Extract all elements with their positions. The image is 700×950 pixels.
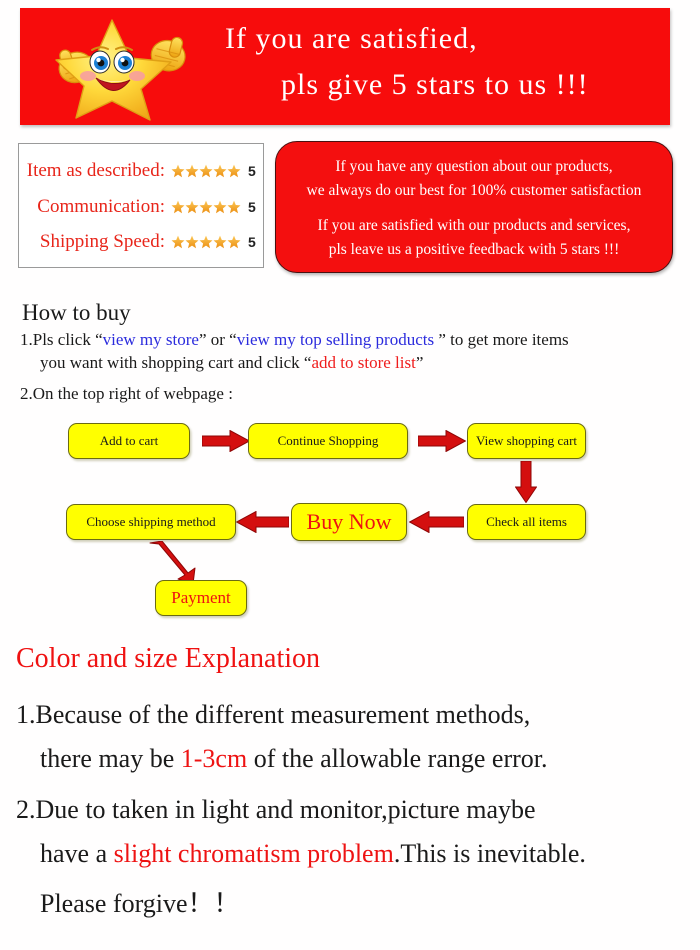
- flow-step-label: Choose shipping method: [86, 514, 216, 529]
- explanation-item-2-line-3: Please forgive！！: [40, 883, 240, 920]
- promo-banner: If you are satisfied, pls give 5 stars t…: [20, 8, 670, 125]
- step1b-text-pre: you want with shopping cart and click “: [40, 353, 312, 372]
- star-rating-icon: [171, 235, 241, 249]
- banner-text-block: If you are satisfied, pls give 5 stars t…: [215, 14, 665, 122]
- view-top-selling-products-link[interactable]: view my top selling products: [237, 330, 434, 349]
- arrow-down-icon: [514, 460, 538, 504]
- star-rating-icon: [171, 200, 241, 214]
- explanation-item-2-line-2: have a slight chromatism problem.This is…: [40, 839, 586, 869]
- rating-row-communication: Communication: 5: [19, 192, 263, 222]
- view-my-store-link[interactable]: view my store: [103, 330, 199, 349]
- how-to-buy-heading: How to buy: [22, 300, 131, 325]
- flow-step-check-all-items[interactable]: Check all items: [467, 504, 586, 540]
- banner-line-2: pls give 5 stars to us !!!: [281, 68, 589, 101]
- banner-line-1: If you are satisfied,: [225, 22, 478, 55]
- flow-step-choose-shipping-method[interactable]: Choose shipping method: [66, 504, 236, 540]
- feedback-line-1: If you have any question about our produ…: [335, 158, 613, 175]
- step1-text-post: ” to get more items: [434, 330, 569, 349]
- how-to-buy-step-1-line-1: 1.Pls click “view my store” or “view my …: [20, 330, 569, 350]
- arrow-right-icon: [201, 429, 251, 453]
- feedback-line-4: pls leave us a positive feedback with 5 …: [328, 241, 620, 258]
- flow-step-label: Add to cart: [99, 433, 159, 448]
- seller-ratings-box: Item as described: 5 Communication: 5 Sh…: [18, 143, 264, 268]
- explanation-item-1-line-1: 1.Because of the different measurement m…: [16, 700, 531, 729]
- step1-text-mid: ” or “: [198, 330, 237, 349]
- explanation-item-1-line-2: there may be 1-3cm of the allowable rang…: [40, 744, 548, 774]
- rating-label: Item as described:: [26, 160, 165, 181]
- explanation-item-2-line-1: 2.Due to taken in light and monitor,pict…: [16, 795, 536, 824]
- star-rating-icon: [171, 164, 241, 178]
- add-to-store-list-highlight[interactable]: add to store list: [311, 353, 415, 372]
- feedback-request-box: If you have any question about our produ…: [275, 141, 673, 273]
- how-to-buy-step-2: 2.On the top right of webpage :: [20, 384, 233, 403]
- flow-step-label: View shopping cart: [475, 433, 578, 448]
- arrow-right-icon: [417, 429, 467, 453]
- exp2-pre: have a: [40, 839, 114, 868]
- exp1-pre: there may be: [40, 744, 181, 773]
- exp3-pre: Please forgive: [40, 889, 188, 918]
- rating-label: Shipping Speed:: [39, 231, 165, 252]
- step1-text-pre: 1.Pls click “: [20, 330, 103, 349]
- chromatism-highlight: slight chromatism problem: [113, 839, 394, 868]
- exclamation-marks: ！！: [187, 889, 240, 918]
- rating-row-shipping-speed: Shipping Speed: 5: [19, 227, 263, 257]
- rating-row-item-as-described: Item as described: 5: [19, 156, 263, 186]
- flow-step-payment[interactable]: Payment: [155, 580, 247, 616]
- rating-score: 5: [248, 234, 256, 250]
- rating-label: Communication:: [37, 196, 165, 217]
- step1b-text-post: ”: [415, 353, 424, 372]
- feedback-line-2: we always do our best for 100% customer …: [306, 182, 642, 199]
- flow-step-view-shopping-cart[interactable]: View shopping cart: [467, 423, 586, 459]
- exp1-post: of the allowable range error.: [247, 744, 548, 773]
- arrow-left-icon: [235, 510, 290, 534]
- flow-step-label: Payment: [171, 588, 231, 607]
- feedback-line-3: If you are satisfied with our products a…: [317, 217, 631, 234]
- flow-step-continue-shopping[interactable]: Continue Shopping: [248, 423, 408, 459]
- flow-step-buy-now[interactable]: Buy Now: [291, 503, 407, 541]
- arrow-left-icon: [408, 510, 465, 534]
- flow-step-label: Buy Now: [306, 509, 392, 534]
- tolerance-highlight: 1-3cm: [180, 744, 248, 773]
- exp2-post: .This is inevitable.: [393, 839, 586, 868]
- how-to-buy-step-1-line-2: you want with shopping cart and click “a…: [40, 353, 423, 373]
- flow-step-add-to-cart[interactable]: Add to cart: [68, 423, 190, 459]
- rating-score: 5: [248, 199, 256, 215]
- smiling-star-mascot-icon: [38, 12, 213, 122]
- rating-score: 5: [248, 163, 256, 179]
- flow-step-label: Continue Shopping: [277, 433, 379, 448]
- color-size-explanation-heading: Color and size Explanation: [16, 643, 321, 674]
- arrow-diagonal-down-icon: [148, 540, 200, 585]
- flow-step-label: Check all items: [486, 514, 567, 529]
